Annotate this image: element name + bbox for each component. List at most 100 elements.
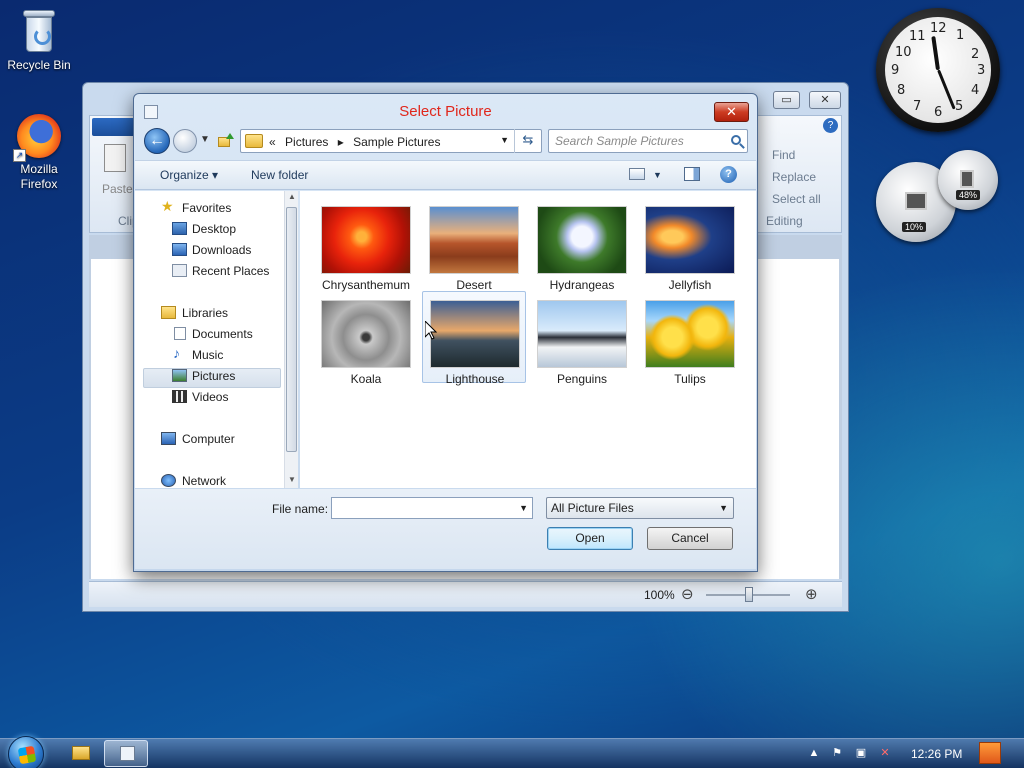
- paint-icon: [120, 746, 135, 761]
- start-button[interactable]: [8, 736, 44, 768]
- file-type-dropdown-icon: ▼: [719, 503, 728, 513]
- nav-favorites[interactable]: Favorites: [182, 201, 231, 215]
- nav-computer[interactable]: Computer: [182, 432, 235, 446]
- show-hidden-icons[interactable]: ▲: [807, 747, 821, 760]
- clock-time[interactable]: 12:26 PM: [911, 747, 962, 761]
- back-button[interactable]: ←: [144, 128, 170, 154]
- nav-desktop[interactable]: Desktop: [192, 222, 236, 236]
- file-name-input[interactable]: [332, 498, 512, 518]
- navigation-pane: ★ Favorites Desktop Downloads Recent Pla…: [135, 191, 285, 488]
- preview-pane-icon[interactable]: [684, 167, 700, 181]
- select-all-button[interactable]: Select all: [772, 192, 821, 206]
- help-icon[interactable]: ?: [720, 166, 737, 183]
- clock-number: 4: [971, 83, 980, 98]
- volume-muted-icon[interactable]: ✕: [878, 747, 892, 760]
- network-tray-icon[interactable]: ▣: [854, 747, 868, 760]
- file-name-label: Lighthouse: [445, 372, 505, 386]
- action-center-flag-icon[interactable]: ⚑: [830, 747, 844, 760]
- libraries-icon: [161, 306, 176, 319]
- mouse-cursor-icon: [425, 321, 437, 340]
- change-view-icon[interactable]: [629, 168, 645, 180]
- replace-button[interactable]: Replace: [772, 170, 816, 184]
- file-name-label: Tulips: [674, 372, 706, 386]
- desktop-icon-label: Mozilla Firefox: [20, 162, 58, 191]
- file-item-lighthouse[interactable]: Lighthouse: [422, 291, 526, 386]
- select-picture-dialog[interactable]: Select Picture ✕ ← ▼ « Pictures ▸ Sample…: [133, 93, 758, 572]
- find-button[interactable]: Find: [772, 148, 795, 162]
- taskbar: ▲ ⚑ ▣ ✕ 12:26 PM: [0, 736, 1024, 768]
- nav-videos[interactable]: Videos: [192, 390, 228, 404]
- nav-libraries[interactable]: Libraries: [182, 306, 228, 320]
- thumbnail-tulips: [645, 300, 735, 368]
- thumbnail-desert: [429, 206, 519, 274]
- paint-status-bar: 100% ⊖ ⊕: [89, 581, 842, 607]
- desktop-icon-firefox[interactable]: ↗ Mozilla Firefox: [4, 114, 74, 192]
- search-box[interactable]: [548, 129, 748, 153]
- file-name-label: Penguins: [556, 372, 608, 386]
- file-name-dropdown-icon[interactable]: ▼: [519, 503, 528, 513]
- firefox-icon: ↗: [13, 114, 61, 162]
- refresh-button[interactable]: ⇆: [514, 129, 541, 153]
- memory-meter-gadget[interactable]: 48%: [938, 150, 998, 210]
- zoom-slider-thumb[interactable]: [745, 587, 753, 602]
- taskbar-explorer[interactable]: [58, 740, 102, 767]
- search-input[interactable]: [555, 134, 720, 148]
- desktop-icon-label: Recycle Bin: [7, 58, 71, 72]
- nav-pictures[interactable]: Pictures: [192, 369, 235, 383]
- file-item-koala[interactable]: Koala: [314, 292, 418, 386]
- address-dropdown-icon[interactable]: ▼: [500, 135, 509, 145]
- paint-help-icon[interactable]: ?: [823, 118, 838, 133]
- file-type-select[interactable]: All Picture Files ▼: [546, 497, 734, 519]
- paint-menu-button[interactable]: [92, 118, 136, 136]
- search-icon[interactable]: [731, 135, 741, 145]
- scroll-down-icon[interactable]: ▼: [288, 475, 296, 484]
- file-item-jellyfish[interactable]: Jellyfish: [638, 198, 742, 292]
- maximize-button[interactable]: ▭: [773, 91, 800, 109]
- zoom-in-button[interactable]: ⊕: [805, 585, 818, 603]
- file-item-desert[interactable]: Desert: [422, 198, 526, 292]
- nav-documents[interactable]: Documents: [192, 327, 253, 341]
- show-desktop-button[interactable]: [979, 742, 1001, 764]
- scroll-up-icon[interactable]: ▲: [288, 192, 296, 201]
- view-options-dropdown[interactable]: ▼: [653, 170, 662, 180]
- pictures-icon: [172, 369, 187, 382]
- file-item-hydrangeas[interactable]: Hydrangeas: [530, 198, 634, 292]
- nav-scrollbar[interactable]: ▲ ▼: [284, 191, 298, 488]
- paste-icon: [104, 144, 126, 172]
- zoom-out-button[interactable]: ⊖: [681, 585, 694, 603]
- clock-gadget[interactable]: 12 1 2 3 4 5 6 7 8 9 10 11: [876, 8, 1000, 132]
- file-name-combo[interactable]: ▼: [331, 497, 533, 519]
- nav-downloads[interactable]: Downloads: [192, 243, 251, 257]
- organize-button[interactable]: Organize ▾: [160, 168, 218, 182]
- dialog-close-button[interactable]: ✕: [714, 102, 749, 122]
- file-item-chrysanthemum[interactable]: Chrysanthemum: [314, 198, 418, 292]
- thumbnail-koala: [321, 300, 411, 368]
- file-item-tulips[interactable]: Tulips: [638, 292, 742, 386]
- music-icon: ♪: [173, 345, 180, 361]
- breadcrumb-overflow[interactable]: «: [269, 135, 276, 149]
- file-item-penguins[interactable]: Penguins: [530, 292, 634, 386]
- up-folder-icon[interactable]: [218, 133, 234, 149]
- paste-button[interactable]: Paste: [102, 182, 133, 196]
- cancel-button[interactable]: Cancel: [647, 527, 733, 550]
- nav-network[interactable]: Network: [182, 474, 226, 488]
- taskbar-paint[interactable]: [104, 740, 148, 767]
- breadcrumb-separator[interactable]: ▸: [338, 135, 344, 149]
- recent-locations-dropdown[interactable]: ▼: [200, 134, 210, 145]
- clock-number: 6: [934, 105, 943, 120]
- recent-places-icon: [172, 264, 187, 277]
- address-bar[interactable]: « Pictures ▸ Sample Pictures ▼: [240, 129, 542, 153]
- nav-recent-places[interactable]: Recent Places: [192, 264, 269, 278]
- paint-close-button[interactable]: ✕: [809, 91, 841, 109]
- open-button[interactable]: Open: [547, 527, 633, 550]
- clock-hour-hand: [931, 36, 940, 71]
- breadcrumb-sample-pictures[interactable]: Sample Pictures: [353, 135, 440, 149]
- new-folder-button[interactable]: New folder: [251, 168, 308, 182]
- nav-scrollbar-thumb[interactable]: [286, 207, 297, 452]
- desktop-icon-recycle-bin[interactable]: Recycle Bin: [4, 8, 74, 72]
- clock-number: 11: [909, 29, 926, 44]
- dialog-footer: File name: ▼ All Picture Files ▼ Open Ca…: [135, 489, 756, 569]
- forward-button[interactable]: [173, 129, 197, 153]
- nav-music[interactable]: Music: [192, 348, 223, 362]
- breadcrumb-pictures[interactable]: Pictures: [285, 135, 328, 149]
